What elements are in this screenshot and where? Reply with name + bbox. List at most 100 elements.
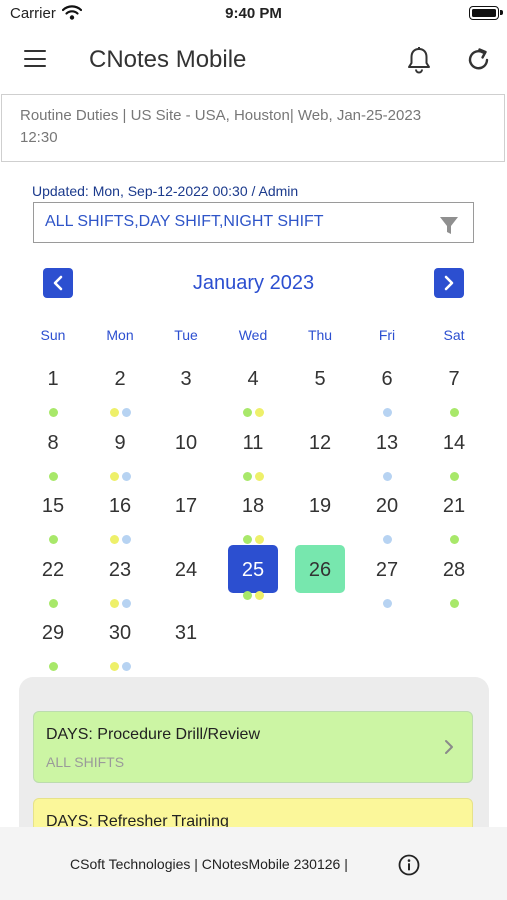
day-number: 27 [375,559,399,581]
event-dots [362,472,412,481]
calendar-day[interactable]: 5 [295,357,345,405]
day-number: 23 [108,559,132,581]
updated-label: Updated: Mon, Sep-12-2022 00:30 / Admin [32,183,299,199]
calendar-day[interactable]: 15 [28,484,78,544]
day-number: 25 [241,559,265,581]
calendar-day[interactable]: 3 [161,357,211,405]
day-number: 14 [442,432,466,454]
hamburger-menu-icon[interactable] [24,50,46,68]
calendar-day[interactable]: 20 [362,484,412,544]
event-dots [95,662,145,671]
calendar-day[interactable]: 23 [95,548,145,608]
weekday-fri: Fri [378,327,396,343]
calendar-day[interactable]: 27 [362,548,412,608]
event-dots [95,535,145,544]
status-time: 9:40 PM [225,5,282,22]
event-dots [228,535,278,544]
task-subtitle: ALL SHIFTS [46,754,125,770]
event-dot [254,472,264,481]
day-number: 5 [314,368,326,390]
refresh-icon[interactable] [466,46,492,79]
calendar-day[interactable]: 13 [362,421,412,481]
day-number: 17 [174,495,198,517]
calendar-day[interactable]: 6 [362,357,412,417]
calendar-day[interactable]: 24 [161,548,211,596]
calendar-day[interactable]: 4 [228,357,278,417]
event-dots [228,591,278,600]
event-dots [362,408,412,417]
calendar-day[interactable]: 30 [95,611,145,671]
calendar-day[interactable]: 7 [429,357,479,417]
event-dot [109,408,119,417]
calendar-day[interactable]: 12 [295,421,345,469]
calendar-day[interactable]: 14 [429,421,479,481]
event-dots [28,662,78,671]
day-number: 28 [442,559,466,581]
event-dot [382,535,392,544]
calendar-day[interactable]: 21 [429,484,479,544]
event-dot [382,408,392,417]
event-dot [48,535,58,544]
event-dot [382,599,392,608]
day-number: 19 [308,495,332,517]
event-dot [254,408,264,417]
calendar-day[interactable]: 19 [295,484,345,532]
calendar-day[interactable]: 1 [28,357,78,417]
calendar-day-selected[interactable]: 26 [295,545,345,593]
event-dot [121,408,131,417]
day-number: 8 [47,432,59,454]
filter-icon[interactable] [439,213,459,251]
next-month-button[interactable] [434,268,464,298]
event-dot [121,662,131,671]
day-number: 6 [381,368,393,390]
day-number: 31 [174,622,198,644]
calendar-day[interactable]: 11 [228,421,278,481]
day-number: 10 [174,432,198,454]
event-dots [228,472,278,481]
calendar-day[interactable]: 22 [28,548,78,608]
event-dot [48,408,58,417]
calendar-day[interactable]: 9 [95,421,145,481]
info-icon[interactable] [398,854,420,881]
event-dot [121,535,131,544]
event-dot [109,662,119,671]
day-number: 13 [375,432,399,454]
chevron-right-icon [444,739,454,760]
task-card[interactable]: DAYS: Procedure Drill/Review ALL SHIFTS [33,711,473,783]
event-dot [254,591,264,600]
day-number: 7 [448,368,460,390]
context-line-2: 12:30 [20,129,58,146]
calendar-day[interactable]: 29 [28,611,78,671]
shift-filter-dropdown[interactable]: ALL SHIFTS,DAY SHIFT,NIGHT SHIFT [33,202,474,243]
context-info-box: Routine Duties | US Site - USA, Houston|… [1,94,505,162]
calendar-day[interactable]: 17 [161,484,211,532]
day-number: 24 [174,559,198,581]
bell-icon[interactable] [406,46,432,79]
calendar-day[interactable]: 8 [28,421,78,481]
calendar-day-today[interactable]: 25 [228,545,278,600]
day-number: 30 [108,622,132,644]
weekday-sun: Sun [40,327,66,343]
day-number: 20 [375,495,399,517]
event-dot [48,662,58,671]
day-number: 29 [41,622,65,644]
calendar-day[interactable]: 18 [228,484,278,544]
event-dots [28,599,78,608]
weekday-tue: Tue [174,327,198,343]
event-dot [109,599,119,608]
day-number: 21 [442,495,466,517]
month-title: January 2023 [192,272,315,294]
calendar-day[interactable]: 16 [95,484,145,544]
day-number: 1 [47,368,59,390]
calendar-day[interactable]: 2 [95,357,145,417]
calendar-day[interactable]: 28 [429,548,479,608]
event-dots [429,472,479,481]
calendar-day[interactable]: 10 [161,421,211,469]
event-dot [242,408,252,417]
event-dots [95,408,145,417]
shift-filter-value: ALL SHIFTS,DAY SHIFT,NIGHT SHIFT [45,213,324,230]
calendar-day[interactable]: 31 [161,611,211,659]
event-dot [382,472,392,481]
weekday-sat: Sat [443,327,465,343]
day-number: 15 [41,495,65,517]
